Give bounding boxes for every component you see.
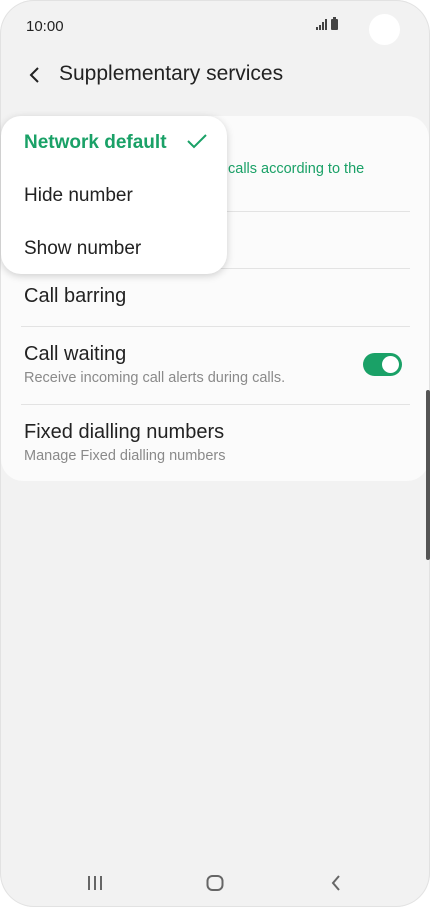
option-hide-number[interactable]: Hide number: [24, 185, 133, 207]
call-waiting-row[interactable]: Call waiting Receive incoming call alert…: [24, 343, 410, 386]
fixed-dialling-title: Fixed dialling numbers: [24, 421, 225, 443]
nav-back-button[interactable]: [321, 870, 351, 896]
fixed-dialling-row[interactable]: Fixed dialling numbers Manage Fixed dial…: [24, 421, 410, 464]
call-waiting-subtitle: Receive incoming call alerts during call…: [24, 370, 286, 386]
call-barring-row[interactable]: Call barring: [24, 285, 410, 308]
divider: [21, 326, 410, 327]
navigation-bar: [0, 866, 430, 900]
call-barring-title: Call barring: [24, 285, 127, 307]
call-waiting-toggle[interactable]: [363, 353, 402, 376]
toggle-knob: [382, 356, 399, 373]
recent-apps-button[interactable]: [80, 870, 110, 896]
phone-screen: 10:00 Supplementary services calls accor…: [0, 0, 430, 907]
option-show-number[interactable]: Show number: [24, 238, 141, 260]
fixed-dialling-subtitle: Manage Fixed dialling numbers: [24, 448, 226, 464]
call-waiting-title: Call waiting: [24, 343, 127, 365]
check-icon: [187, 134, 207, 149]
scrollbar[interactable]: [426, 390, 430, 560]
back-button[interactable]: [20, 60, 48, 90]
status-icons: [316, 17, 338, 30]
status-time: 10:00: [26, 18, 64, 35]
battery-icon: [331, 17, 338, 30]
divider: [21, 404, 410, 405]
caller-id-subtitle: calls according to the: [228, 161, 365, 177]
home-button[interactable]: [200, 870, 230, 896]
home-icon: [206, 875, 224, 891]
front-camera: [369, 14, 400, 45]
signal-icon: [316, 19, 327, 30]
page-title: Supplementary services: [59, 62, 284, 85]
chevron-left-icon: [29, 67, 39, 83]
back-icon: [331, 875, 340, 891]
recent-apps-icon: [88, 876, 102, 890]
option-network-default[interactable]: Network default: [24, 132, 167, 154]
